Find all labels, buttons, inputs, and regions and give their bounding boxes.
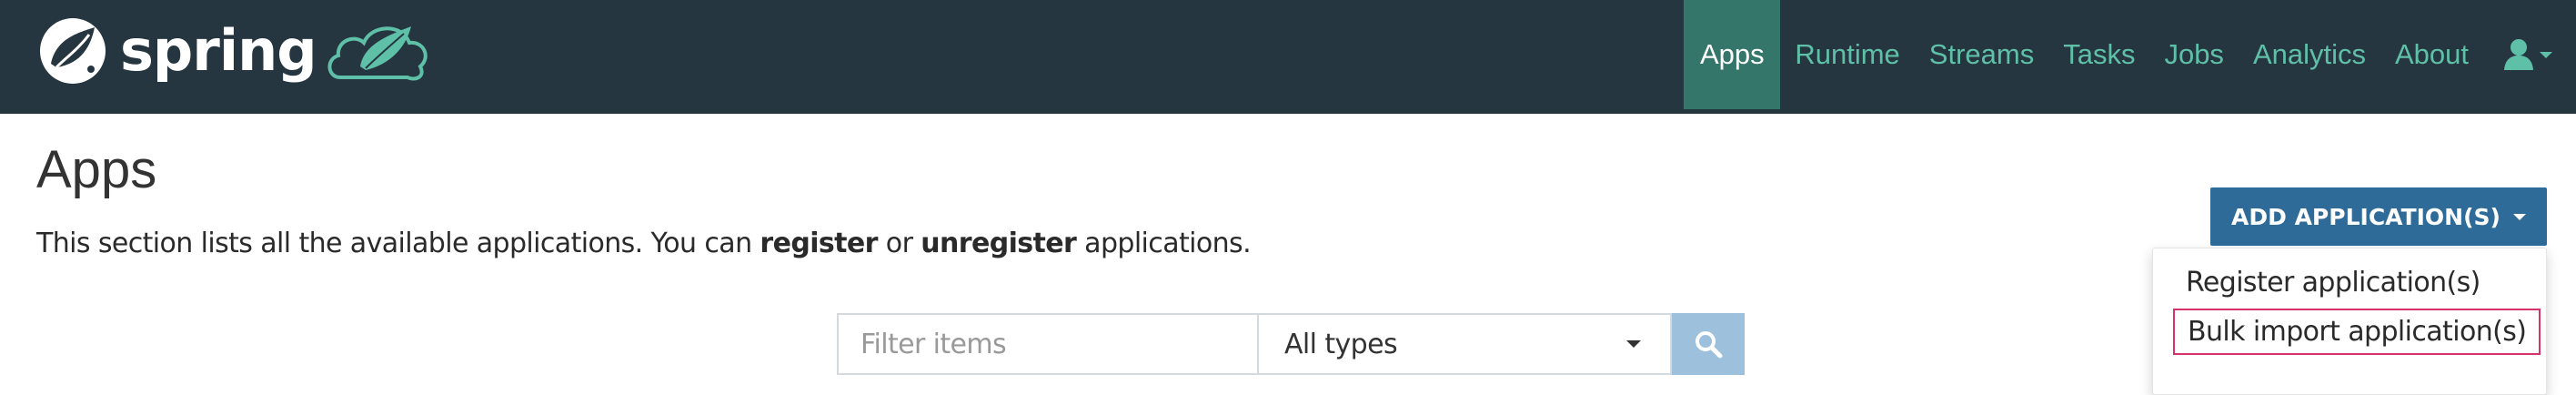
type-select-value: All types	[1284, 328, 1398, 360]
user-menu[interactable]	[2483, 0, 2576, 109]
cloud-leaf-icon	[327, 26, 428, 81]
nav-item-tasks[interactable]: Tasks	[2048, 0, 2149, 109]
nav-item-jobs[interactable]: Jobs	[2149, 0, 2238, 109]
chevron-down-icon	[1626, 340, 1641, 348]
description-prefix: This section lists all the available app…	[36, 228, 760, 259]
nav-item-analytics[interactable]: Analytics	[2239, 0, 2380, 109]
type-select[interactable]: All types	[1257, 313, 1672, 375]
search-icon	[1696, 331, 1723, 359]
add-application-button[interactable]: ADD APPLICATION(S)	[2210, 187, 2547, 246]
page-description: This section lists all the available app…	[36, 228, 1252, 259]
brand-name: spring	[120, 17, 317, 84]
user-icon	[2504, 39, 2533, 70]
spring-logo-icon	[40, 18, 106, 84]
menu-item-register-applications[interactable]: Register application(s)	[2186, 267, 2480, 299]
unregister-keyword: unregister	[921, 228, 1077, 259]
nav-item-apps[interactable]: Apps	[1684, 0, 1781, 109]
brand[interactable]: spring	[36, 15, 431, 87]
nav-item-streams[interactable]: Streams	[1915, 0, 2048, 109]
nav-item-runtime[interactable]: Runtime	[1780, 0, 1914, 109]
nav-item-about[interactable]: About	[2380, 0, 2483, 109]
search-button[interactable]	[1672, 313, 1745, 375]
register-keyword: register	[760, 228, 878, 259]
description-or: or	[877, 228, 921, 259]
filter-input[interactable]: Filter items	[837, 313, 1257, 375]
top-navbar: spring Apps Runtime Streams Tasks Jobs A…	[0, 0, 2576, 114]
menu-item-bulk-import-applications[interactable]: Bulk import application(s)	[2173, 309, 2541, 355]
chevron-down-icon	[2512, 213, 2526, 220]
description-suffix: applications.	[1076, 228, 1252, 259]
page-title: Apps	[36, 140, 157, 199]
add-application-menu: Register application(s) Bulk import appl…	[2152, 248, 2547, 395]
main-nav: Apps Runtime Streams Tasks Jobs Analytic…	[1684, 0, 2576, 109]
chevron-down-icon	[2540, 51, 2552, 58]
add-application-label: ADD APPLICATION(S)	[2231, 203, 2501, 230]
